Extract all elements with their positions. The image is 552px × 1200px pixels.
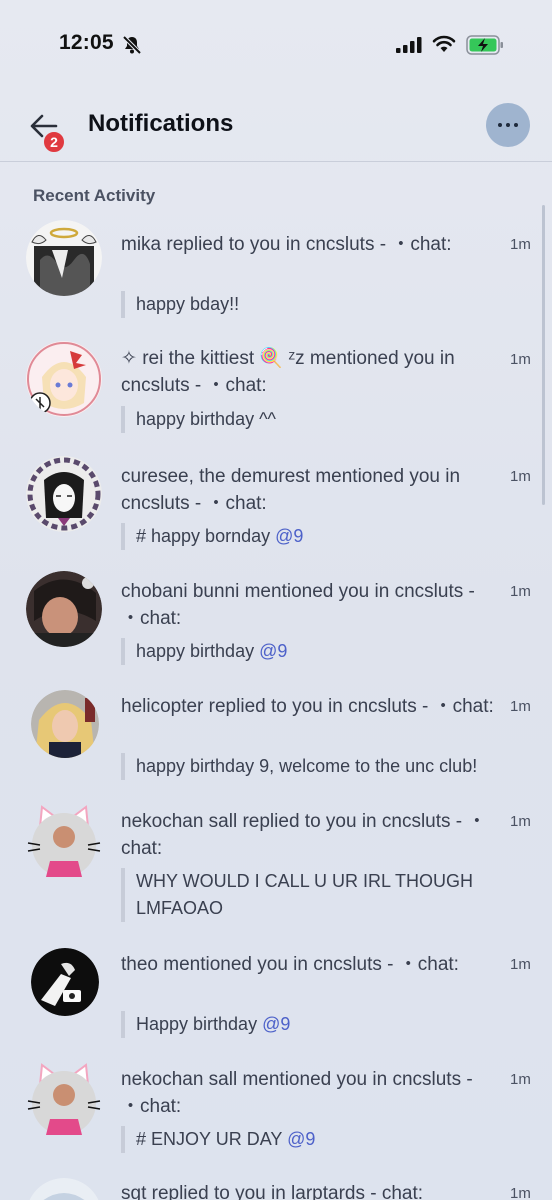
quote-text: happy birthday	[136, 641, 260, 661]
quote-text: happy bday!!	[136, 294, 240, 314]
quote-text: happy birthday ^^	[136, 409, 276, 429]
quoted-message: happy birthday ^^	[121, 406, 531, 433]
battery-charging-icon	[466, 35, 503, 55]
notification-text: theo mentioned you in cncsluts - ・chat:	[121, 954, 459, 975]
quote-text: # happy bornday	[136, 526, 276, 546]
user-mention[interactable]: @9	[275, 526, 303, 546]
avatar-image	[27, 805, 101, 877]
notification-item[interactable]: sgt replied to you in larptards - chat: …	[0, 1168, 552, 1200]
more-dot	[506, 123, 510, 127]
more-dots-icon	[498, 123, 502, 127]
notification-time: 1m	[510, 583, 531, 600]
avatar-image	[26, 571, 102, 647]
quoted-message: happy bday!!	[121, 291, 531, 318]
notification-text: sgt replied to you in larptards - chat:	[121, 1183, 424, 1200]
quoted-message: # ENJOY UR DAY @9	[121, 1126, 531, 1153]
user-mention[interactable]: @9	[287, 1129, 315, 1149]
quoted-message: WHY WOULD I CALL U UR IRL THOUGH LMFAOAO	[121, 868, 511, 922]
more-dot	[514, 123, 518, 127]
header: 2 Notifications	[0, 90, 552, 162]
user-mention[interactable]: @9	[262, 1014, 290, 1034]
notification-time: 1m	[510, 1185, 531, 1200]
notification-text: nekochan sall mentioned you in cncsluts …	[121, 1069, 473, 1117]
avatar-image	[26, 341, 102, 417]
notification-text: ✧ rei the kittiest 🍭 ᶻz mentioned you in…	[121, 348, 455, 396]
status-bar: 12:05	[0, 0, 552, 90]
quote-text: # ENJOY UR DAY	[136, 1129, 288, 1149]
quote-text: happy birthday 9, welcome to the unc clu…	[136, 756, 478, 776]
notification-text: nekochan sall replied to you in cncsluts…	[121, 811, 487, 859]
quote-text: Happy birthday	[136, 1014, 263, 1034]
status-time: 12:05	[59, 31, 114, 54]
notification-time: 1m	[510, 1071, 531, 1088]
chobani-avatar[interactable]	[26, 571, 102, 647]
avatar-image	[26, 456, 102, 532]
nekochan-avatar[interactable]	[26, 803, 102, 879]
page-title: Notifications	[88, 110, 234, 137]
wifi-icon	[432, 35, 456, 52]
nekochan-avatar[interactable]	[26, 1061, 102, 1137]
quoted-message: # happy bornday @9	[121, 523, 531, 550]
quote-text: WHY WOULD I CALL U UR IRL THOUGH LMFAOAO	[136, 871, 474, 918]
theo-avatar[interactable]	[31, 948, 99, 1016]
notification-time: 1m	[510, 956, 531, 973]
quoted-message: happy birthday 9, welcome to the unc clu…	[121, 753, 531, 780]
helicopter-avatar[interactable]	[31, 690, 99, 758]
curesee-avatar[interactable]	[26, 456, 102, 532]
scrollbar[interactable]	[542, 205, 545, 505]
notification-time: 1m	[510, 813, 531, 830]
quoted-message: happy birthday @9	[121, 638, 531, 665]
notification-text: chobani bunni mentioned you in cncsluts …	[121, 581, 475, 629]
notification-text: helicopter replied to you in cncsluts - …	[121, 696, 494, 717]
bell-off-icon	[122, 35, 142, 55]
sgt-avatar[interactable]	[26, 1178, 102, 1200]
avatar-image	[26, 220, 102, 296]
quoted-message: Happy birthday @9	[121, 1011, 531, 1038]
notification-text: curesee, the demurest mentioned you in c…	[121, 466, 461, 514]
notification-time: 1m	[510, 468, 531, 485]
rei-avatar[interactable]	[26, 341, 102, 417]
mika-avatar[interactable]	[26, 220, 102, 296]
avatar-image	[27, 1063, 101, 1135]
unread-badge: 2	[42, 130, 66, 154]
avatar-image	[31, 690, 99, 758]
avatar-image	[31, 948, 99, 1016]
user-mention[interactable]: @9	[259, 641, 287, 661]
more-options-button[interactable]	[486, 103, 530, 147]
notification-time: 1m	[510, 236, 531, 253]
section-title: Recent Activity	[33, 186, 156, 205]
notification-time: 1m	[510, 351, 531, 368]
cellular-signal-icon	[396, 37, 422, 53]
avatar-image	[29, 1178, 99, 1200]
notification-text: mika replied to you in cncsluts - ・chat:	[121, 234, 452, 255]
notification-time: 1m	[510, 698, 531, 715]
